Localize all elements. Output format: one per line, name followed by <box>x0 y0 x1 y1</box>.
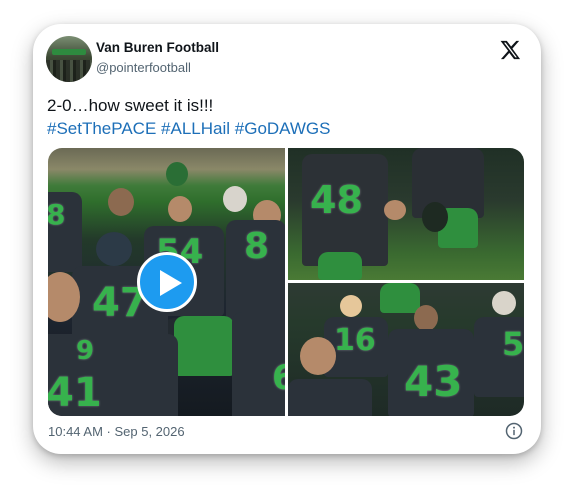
info-icon[interactable] <box>505 422 523 440</box>
hashtag-link[interactable]: #ALLHail <box>161 119 230 138</box>
photo-thumbnail[interactable]: 48 <box>288 148 524 280</box>
hashtag-link[interactable]: #SetThePACE <box>47 119 156 138</box>
jersey-number: 8 <box>48 198 66 231</box>
jersey-number: 8 <box>244 226 270 267</box>
avatar[interactable] <box>46 36 92 82</box>
jersey-number: 48 <box>310 178 363 222</box>
hashtag-link[interactable]: #GoDAWGS <box>235 119 331 138</box>
post-timestamp[interactable]: 10:44 AM · Sep 5, 2026 <box>48 424 185 439</box>
photo-thumbnail[interactable]: 16 43 5 <box>288 283 524 416</box>
play-button[interactable] <box>137 252 197 312</box>
post-text: 2-0…how sweet it is!!! <box>47 96 214 115</box>
post-card[interactable]: Van Buren Football @pointerfootball 2-0…… <box>33 24 541 454</box>
jersey-number: 41 <box>48 370 102 416</box>
play-icon <box>160 270 182 296</box>
x-logo-icon[interactable] <box>499 39 521 61</box>
jersey-number: 16 <box>334 323 376 358</box>
author-handle[interactable]: @pointerfootball <box>96 60 191 75</box>
jersey-number: 5 <box>502 325 524 363</box>
video-thumbnail[interactable]: 8 54 8 47 9 41 6 <box>48 148 285 416</box>
hashtag-row: #SetThePACE #ALLHail #GoDAWGS <box>47 117 331 140</box>
jersey-number: 6 <box>272 358 285 398</box>
jersey-number: 43 <box>404 357 463 406</box>
author-name[interactable]: Van Buren Football <box>96 40 219 55</box>
media-grid: 8 54 8 47 9 41 6 48 16 43 5 <box>48 148 524 416</box>
jersey-number: 9 <box>76 336 95 366</box>
